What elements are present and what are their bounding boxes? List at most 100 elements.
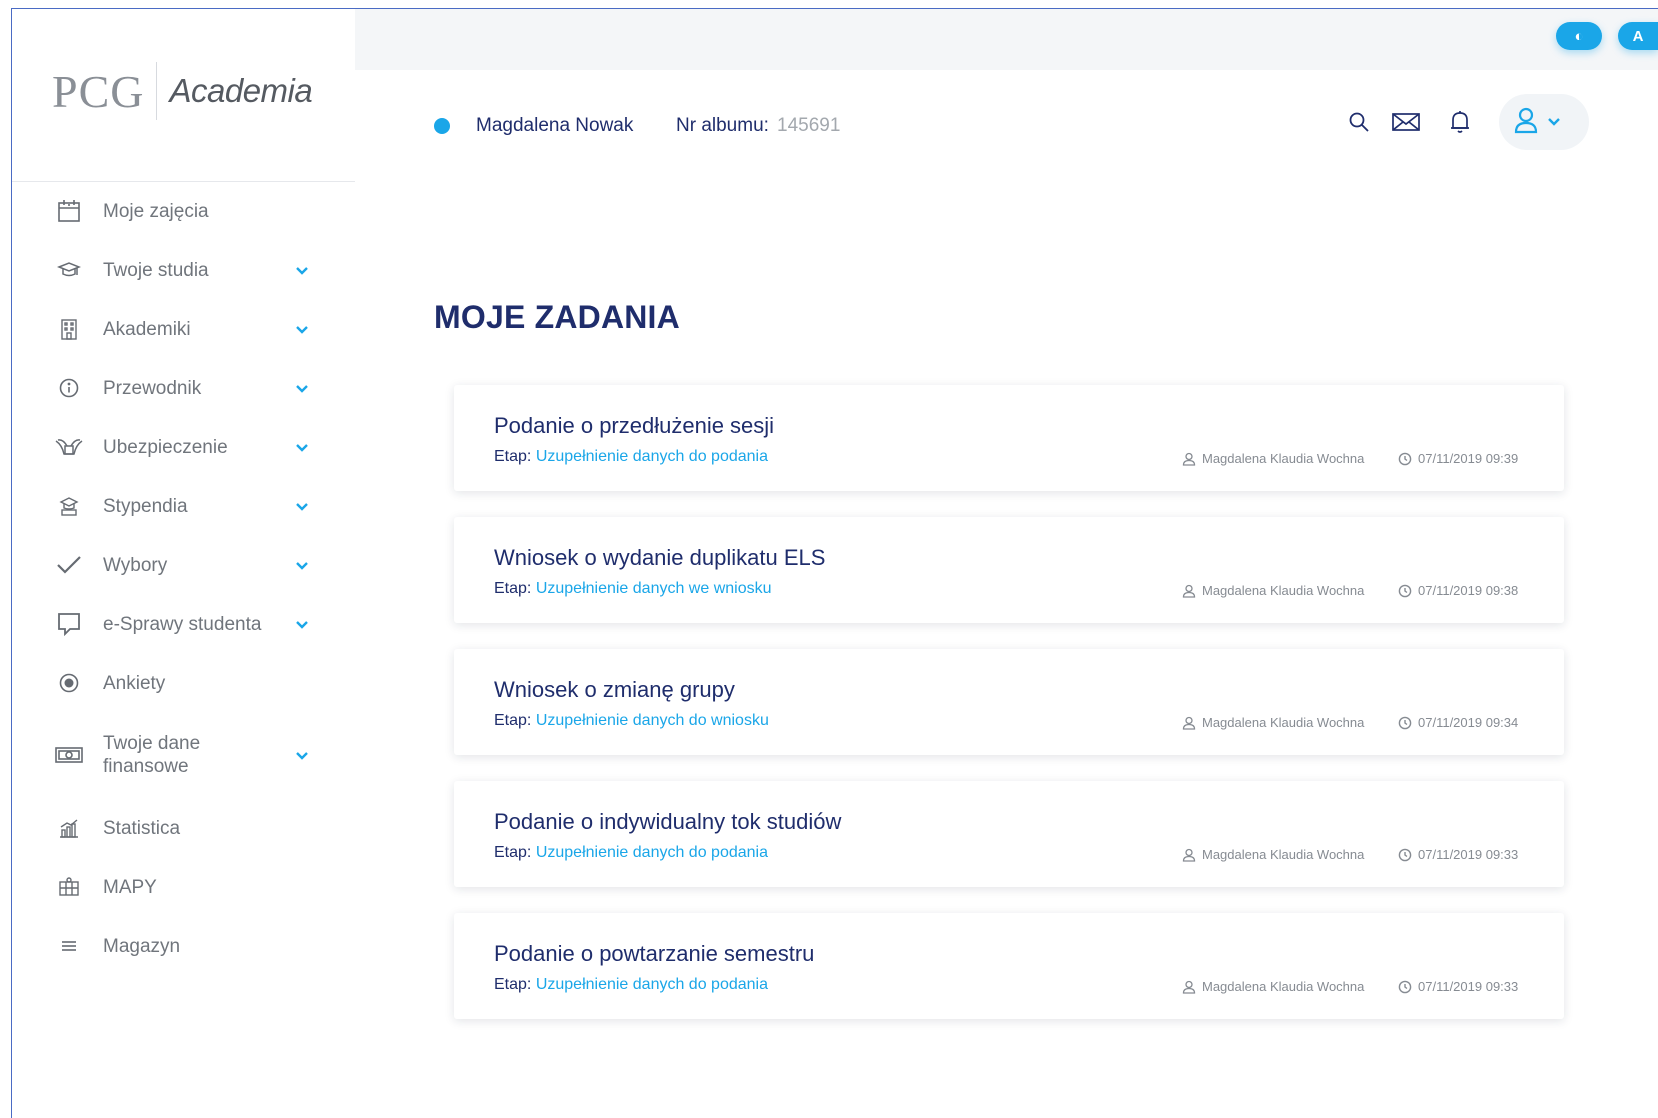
stage-link[interactable]: Uzupełnienie danych do podania	[536, 844, 768, 861]
logo-brand: PCG	[52, 65, 145, 117]
sidebar-item-wybory[interactable]: Wybory	[12, 535, 355, 595]
task-author: Magdalena Klaudia Wochna	[1182, 847, 1364, 862]
clock-icon	[1398, 848, 1412, 861]
insurance-icon	[54, 432, 84, 462]
statistics-icon	[54, 813, 84, 843]
user-icon	[1513, 106, 1539, 139]
sidebar-item-twoje-studia[interactable]: Twoje studia	[12, 240, 355, 300]
sidebar-item-stypendia[interactable]: Stypendia	[12, 476, 355, 536]
status-dot	[434, 118, 450, 134]
person-icon	[1182, 848, 1196, 862]
stage-link[interactable]: Uzupełnienie danych do wniosku	[536, 712, 769, 729]
page-title: MOJE ZADANIA	[434, 299, 680, 335]
sidebar-item-label: Magazyn	[103, 935, 181, 957]
task-author: Magdalena Klaudia Wochna	[1182, 979, 1364, 994]
sidebar-item-label: Ankiety	[103, 672, 166, 694]
task-stage: Etap: Uzupełnienie danych do podania	[494, 976, 768, 994]
task-title: Podanie o powtarzanie semestru	[494, 941, 815, 966]
sidebar-item-label: Przewodnik	[103, 377, 202, 399]
logo-product: Academia	[169, 72, 313, 109]
task-datetime: 07/11/2019 09:33	[1398, 979, 1518, 994]
sidebar-item-twoje-dane-finansowe[interactable]: Twoje dane finansowe	[12, 712, 355, 798]
task-datetime: 07/11/2019 09:39	[1398, 451, 1518, 466]
person-icon	[1182, 716, 1196, 730]
search-icon[interactable]	[1341, 104, 1377, 140]
sidebar-item-moje-zajecia[interactable]: Moje zajęcia	[12, 181, 355, 241]
task-card[interactable]: Podanie o indywidualny tok studiów Etap:…	[454, 781, 1564, 887]
radio-dot-icon	[54, 668, 84, 698]
graduation-cap-icon	[54, 255, 84, 285]
stage-link[interactable]: Uzupełnienie danych do podania	[536, 448, 768, 465]
bell-icon[interactable]	[1442, 104, 1478, 140]
chevron-down-icon[interactable]	[292, 555, 312, 575]
info-icon	[54, 373, 84, 403]
task-stage: Etap: Uzupełnienie danych we wniosku	[494, 580, 772, 598]
logo[interactable]: PCG Academia	[52, 61, 313, 121]
task-datetime: 07/11/2019 09:38	[1398, 583, 1518, 598]
task-card[interactable]: Wniosek o wydanie duplikatu ELS Etap: Uz…	[454, 517, 1564, 623]
task-datetime: 07/11/2019 09:33	[1398, 847, 1518, 862]
sidebar-item-ankiety[interactable]: Ankiety	[12, 653, 355, 713]
sidebar-item-przewodnik[interactable]: Przewodnik	[12, 358, 355, 418]
stage-link[interactable]: Uzupełnienie danych we wniosku	[536, 580, 772, 597]
task-author: Magdalena Klaudia Wochna	[1182, 451, 1364, 466]
sidebar-item-label: Ubezpieczenie	[103, 436, 228, 458]
task-card[interactable]: Podanie o przedłużenie sesji Etap: Uzupe…	[454, 385, 1564, 491]
sidebar-item-label: Statistica	[103, 817, 181, 839]
clock-icon	[1398, 584, 1412, 597]
album-value: 145691	[777, 115, 841, 136]
sidebar-item-akademiki[interactable]: Akademiki	[12, 299, 355, 359]
menu-lines-icon	[54, 931, 84, 961]
clock-icon	[1398, 452, 1412, 465]
checkmark-icon	[54, 550, 84, 580]
map-icon	[54, 872, 84, 902]
sidebar-item-statistica[interactable]: Statistica	[12, 798, 355, 858]
stage-prefix: Etap:	[494, 712, 532, 729]
chevron-down-icon[interactable]	[292, 378, 312, 398]
app-frame: PCG Academia Moje zajęcia Twoje studia A…	[11, 8, 1658, 1118]
sidebar-item-label: Twoje dane finansowe	[103, 733, 201, 777]
chevron-down-icon[interactable]	[292, 319, 312, 339]
sidebar-item-label: Akademiki	[103, 318, 191, 340]
sidebar: PCG Academia Moje zajęcia Twoje studia A…	[12, 9, 355, 1118]
chevron-down-icon[interactable]	[292, 496, 312, 516]
contrast-toggle-button[interactable]: ◐	[1556, 22, 1602, 50]
chevron-down-icon[interactable]	[292, 437, 312, 457]
main-content: MOJE ZADANIA Podanie o przedłużenie sesj…	[355, 162, 1658, 1118]
sidebar-item-label: Stypendia	[103, 495, 188, 517]
mail-icon[interactable]	[1388, 104, 1424, 140]
sidebar-item-e-sprawy-studenta[interactable]: e-Sprawy studenta	[12, 594, 355, 654]
album-label: Nr albumu:	[676, 115, 769, 136]
chevron-down-icon[interactable]	[292, 614, 312, 634]
user-menu-button[interactable]	[1499, 94, 1589, 150]
money-icon	[54, 740, 84, 770]
person-icon	[1182, 980, 1196, 994]
stage-link[interactable]: Uzupełnienie danych do podania	[536, 976, 768, 993]
accessibility-toolbar: ◐ A	[1556, 22, 1658, 50]
task-title: Podanie o indywidualny tok studiów	[494, 809, 842, 834]
clock-icon	[1398, 980, 1412, 993]
chevron-down-icon[interactable]	[292, 745, 312, 765]
sidebar-item-label: Wybory	[103, 554, 168, 576]
task-card[interactable]: Wniosek o zmianę grupy Etap: Uzupełnieni…	[454, 649, 1564, 755]
chevron-down-icon[interactable]	[292, 260, 312, 280]
font-size-button[interactable]: A	[1618, 22, 1658, 50]
task-author: Magdalena Klaudia Wochna	[1182, 715, 1364, 730]
clock-icon	[1398, 716, 1412, 729]
header: Magdalena Nowak Nr albumu: 145691	[355, 70, 1658, 162]
building-icon	[54, 314, 84, 344]
task-stage: Etap: Uzupełnienie danych do wniosku	[494, 712, 769, 730]
sidebar-item-mapy[interactable]: MAPY	[12, 857, 355, 917]
person-icon	[1182, 584, 1196, 598]
person-icon	[1182, 452, 1196, 466]
sidebar-item-label: e-Sprawy studenta	[103, 613, 262, 635]
task-card[interactable]: Podanie o powtarzanie semestru Etap: Uzu…	[454, 913, 1564, 1019]
logo-separator	[156, 62, 158, 120]
stage-prefix: Etap:	[494, 844, 532, 861]
task-datetime: 07/11/2019 09:34	[1398, 715, 1518, 730]
chat-bubble-icon	[54, 609, 84, 639]
sidebar-item-ubezpieczenie[interactable]: Ubezpieczenie	[12, 417, 355, 477]
task-author: Magdalena Klaudia Wochna	[1182, 583, 1364, 598]
sidebar-item-magazyn[interactable]: Magazyn	[12, 916, 355, 976]
sidebar-item-label: Twoje studia	[103, 259, 209, 281]
